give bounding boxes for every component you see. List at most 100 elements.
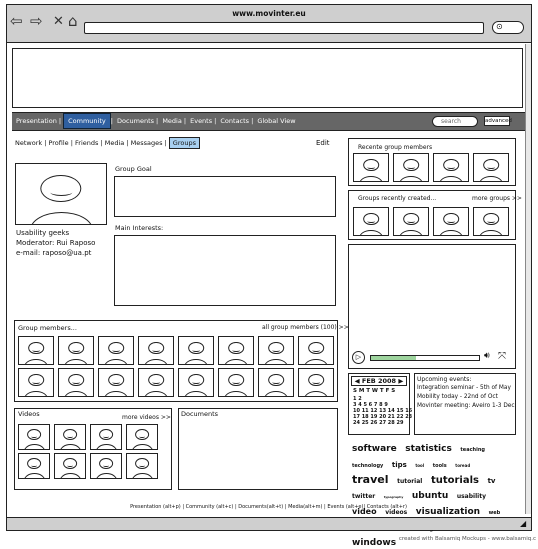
- video-thumbnail[interactable]: [90, 424, 122, 450]
- tag-link[interactable]: videos: [385, 509, 407, 516]
- user-avatar-icon: [108, 373, 124, 387]
- close-x-icon[interactable]: ✕: [53, 14, 64, 29]
- video-thumbnail[interactable]: [18, 453, 50, 479]
- tag-link[interactable]: tutorials: [431, 475, 479, 486]
- subnav-friends[interactable]: Friends: [75, 139, 98, 147]
- tag-link[interactable]: software: [352, 444, 397, 454]
- video-thumbnail[interactable]: [18, 424, 50, 450]
- member-avatar[interactable]: [138, 336, 174, 365]
- subnav-profile[interactable]: Profile: [48, 139, 68, 147]
- member-avatar[interactable]: [98, 368, 134, 397]
- subnav-media[interactable]: Media: [105, 139, 125, 147]
- tag-link[interactable]: tool: [415, 463, 424, 468]
- progress-track[interactable]: [370, 355, 480, 361]
- tag-link[interactable]: tv: [488, 477, 496, 485]
- menu-media[interactable]: Media: [160, 117, 184, 125]
- member-avatar[interactable]: [298, 368, 334, 397]
- tag-link[interactable]: twitter: [352, 493, 375, 500]
- forward-arrow-icon[interactable]: ⇨: [30, 14, 43, 29]
- main-interests-box[interactable]: [114, 235, 336, 306]
- member-avatar[interactable]: [218, 368, 254, 397]
- member-avatar[interactable]: [18, 368, 54, 397]
- member-avatar[interactable]: [98, 336, 134, 365]
- magnifier-icon: ⊙: [496, 22, 503, 31]
- video-thumbnail[interactable]: [126, 424, 158, 450]
- user-avatar-icon: [268, 341, 284, 355]
- tag-link[interactable]: typography: [384, 495, 404, 499]
- group-goal-box[interactable]: [114, 176, 336, 217]
- event-item[interactable]: Mobility today - 22nd of Oct: [417, 394, 498, 400]
- volume-icon[interactable]: 🔊︎: [484, 351, 490, 361]
- tag-link[interactable]: technology: [352, 463, 383, 469]
- menu-events[interactable]: Events: [188, 117, 214, 125]
- calendar-next-icon[interactable]: ▶: [398, 377, 403, 385]
- member-avatar[interactable]: [18, 336, 54, 365]
- tag-link[interactable]: windows: [352, 538, 396, 548]
- video-thumbnail[interactable]: [54, 453, 86, 479]
- menu-presentation[interactable]: Presentation: [14, 117, 59, 125]
- balsamiq-credit: created with Balsamiq Mockups - www.bals…: [398, 536, 536, 542]
- menu-contacts[interactable]: Contacts: [218, 117, 251, 125]
- member-avatar[interactable]: [178, 368, 214, 397]
- recent-member-avatar[interactable]: [473, 153, 509, 182]
- subnav-groups[interactable]: Groups: [168, 137, 200, 149]
- browser-search-field[interactable]: ⊙: [492, 21, 524, 34]
- tag-link[interactable]: travel: [352, 473, 389, 486]
- created-group-avatar[interactable]: [433, 207, 469, 236]
- tag-link[interactable]: statistics: [405, 444, 452, 454]
- url-bar[interactable]: [84, 22, 484, 34]
- advanced-search-button[interactable]: advanced: [484, 116, 512, 126]
- subnav-network[interactable]: Network: [15, 139, 42, 147]
- member-avatar[interactable]: [58, 336, 94, 365]
- play-icon[interactable]: ▷: [352, 351, 365, 364]
- resize-handle-icon[interactable]: ◢: [520, 519, 526, 528]
- member-avatar[interactable]: [58, 368, 94, 397]
- more-groups-link[interactable]: more groups >>: [472, 195, 522, 202]
- all-members-link[interactable]: all group members (100) >>: [262, 324, 349, 331]
- video-thumbnail[interactable]: [54, 424, 86, 450]
- created-group-avatar[interactable]: [473, 207, 509, 236]
- user-avatar-icon: [148, 341, 164, 355]
- back-arrow-icon[interactable]: ⇦: [10, 14, 23, 29]
- member-avatar[interactable]: [258, 368, 294, 397]
- video-thumbnail[interactable]: [90, 453, 122, 479]
- vertical-scrollbar[interactable]: [525, 44, 531, 514]
- fullscreen-icon[interactable]: ⤧: [498, 351, 506, 362]
- member-avatar[interactable]: [298, 336, 334, 365]
- recent-member-avatar[interactable]: [433, 153, 469, 182]
- calendar-week-row[interactable]: 24 25 26 27 28 29: [353, 420, 412, 426]
- member-avatar[interactable]: [138, 368, 174, 397]
- tag-link[interactable]: tips: [392, 461, 407, 469]
- user-avatar-icon: [63, 458, 77, 470]
- tag-link[interactable]: usability: [457, 493, 486, 500]
- group-name: Usability geeks: [16, 229, 70, 237]
- member-avatar[interactable]: [218, 336, 254, 365]
- recent-member-avatar[interactable]: [393, 153, 429, 182]
- event-item[interactable]: Integration seminar - 5th of May: [417, 385, 511, 391]
- tag-link[interactable]: teaching: [460, 447, 485, 453]
- subnav-messages[interactable]: Messages: [131, 139, 163, 147]
- user-avatar-icon: [99, 429, 113, 441]
- tag-link[interactable]: web: [489, 510, 501, 516]
- created-group-avatar[interactable]: [353, 207, 389, 236]
- member-avatar[interactable]: [258, 336, 294, 365]
- edit-link[interactable]: Edit: [316, 139, 330, 147]
- created-group-avatar[interactable]: [393, 207, 429, 236]
- menu-global-view[interactable]: Global View: [255, 117, 297, 125]
- recent-member-avatar[interactable]: [353, 153, 389, 182]
- tag-link[interactable]: tutorial: [397, 478, 422, 485]
- calendar-prev-icon[interactable]: ◀: [355, 377, 360, 385]
- tag-link[interactable]: tools: [433, 463, 447, 469]
- menu-documents[interactable]: Documents: [115, 117, 156, 125]
- video-thumbnail[interactable]: [126, 453, 158, 479]
- calendar-dow: S M T W T F S: [353, 388, 396, 394]
- event-item[interactable]: Movinter meeting: Aveiro 1-3 Dec: [417, 403, 515, 409]
- tag-link[interactable]: ubuntu: [412, 491, 448, 501]
- member-avatar[interactable]: [178, 336, 214, 365]
- site-search-input[interactable]: search: [432, 116, 478, 127]
- menu-community[interactable]: Community: [63, 113, 111, 129]
- more-videos-link[interactable]: more videos >>: [122, 414, 171, 421]
- home-icon[interactable]: ⌂: [68, 14, 78, 29]
- tag-link[interactable]: toread: [455, 463, 470, 468]
- user-avatar-icon: [268, 373, 284, 387]
